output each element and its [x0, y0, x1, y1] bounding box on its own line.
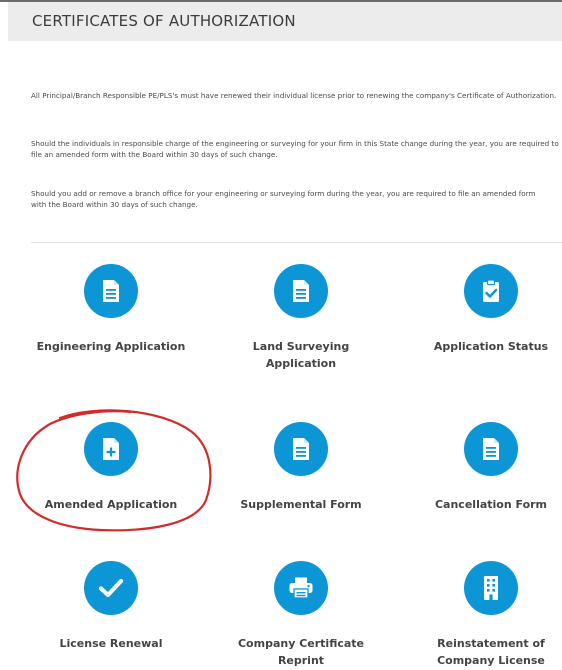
document-icon: [274, 422, 328, 476]
document-icon: [274, 264, 328, 318]
tile-label: Supplemental Form: [240, 498, 362, 511]
tile-company-certificate-reprint[interactable]: Company Certificate Reprint: [211, 561, 391, 669]
document-icon: [464, 422, 518, 476]
clipboard-check-icon: [464, 264, 518, 318]
tile-label: Land Surveying Application: [252, 340, 350, 370]
document-icon: [84, 264, 138, 318]
building-icon: [464, 561, 518, 615]
tile-label: License Renewal: [59, 637, 163, 650]
tile-license-renewal[interactable]: License Renewal: [21, 561, 201, 652]
checkmark-icon: [84, 561, 138, 615]
tile-label: Reinstatement of Company License: [437, 637, 545, 667]
title-bar: CERTIFICATES OF AUTHORIZATION: [8, 2, 562, 41]
document-plus-icon: [84, 422, 138, 476]
printer-icon: [274, 561, 328, 615]
divider: [31, 242, 562, 243]
tile-amended-application[interactable]: Amended Application: [21, 422, 201, 513]
tile-label: Cancellation Form: [434, 498, 548, 511]
tile-engineering-application[interactable]: Engineering Application: [21, 264, 201, 355]
notice-text-branch-office: Should you add or remove a branch office…: [31, 189, 536, 209]
tile-label: Company Certificate Reprint: [237, 637, 365, 667]
page-title: CERTIFICATES OF AUTHORIZATION: [32, 12, 296, 30]
tile-label: Application Status: [433, 340, 549, 353]
tile-label: Amended Application: [44, 498, 178, 511]
tile-cancellation-form[interactable]: Cancellation Form: [401, 422, 562, 513]
notice-text-license: All Principal/Branch Responsible PE/PLS'…: [31, 91, 557, 100]
tile-reinstatement-of-company-license[interactable]: Reinstatement of Company License: [401, 561, 562, 669]
tile-application-status[interactable]: Application Status: [401, 264, 562, 355]
tile-label: Engineering Application: [36, 340, 186, 353]
tile-supplemental-form[interactable]: Supplemental Form: [211, 422, 391, 513]
tile-land-surveying-application[interactable]: Land Surveying Application: [211, 264, 391, 372]
notice-text-responsible-charge: Should the individuals in responsible ch…: [31, 139, 559, 159]
